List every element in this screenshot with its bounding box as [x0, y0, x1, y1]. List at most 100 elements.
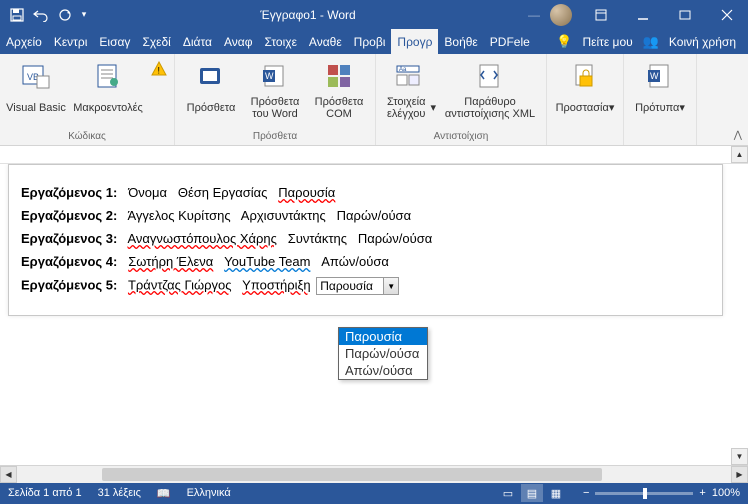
- spellcheck-icon[interactable]: 📖: [157, 487, 171, 500]
- scroll-thumb[interactable]: [102, 468, 602, 481]
- tab-file[interactable]: Αρχείο: [0, 29, 48, 54]
- templates-button[interactable]: W Πρότυπα ▾: [628, 57, 692, 130]
- tab-help[interactable]: Βοήθε: [438, 29, 483, 54]
- status-combobox[interactable]: ▼: [316, 277, 399, 295]
- dropdown-option-1[interactable]: Παρών/ούσα: [339, 345, 427, 362]
- group-protect: Προστασία ▾: [547, 54, 624, 145]
- zoom-percent[interactable]: 100%: [712, 487, 740, 499]
- tab-pdfelement[interactable]: PDFele: [484, 29, 536, 54]
- collapse-ribbon-icon[interactable]: ⋀: [734, 130, 742, 141]
- status-combo-input[interactable]: [316, 277, 384, 295]
- tell-me-icon[interactable]: 💡: [556, 34, 572, 50]
- ribbon: VB Visual Basic Μακροεντολές ! Κώδικας Π…: [0, 54, 748, 146]
- templates-icon: W: [644, 60, 676, 92]
- user-avatar[interactable]: [550, 4, 572, 26]
- macros-button[interactable]: Μακροεντολές: [68, 57, 148, 130]
- controls-button[interactable]: Aa Στοιχεία ελέγχου ▾: [380, 57, 438, 130]
- tab-developer[interactable]: Προγρ: [391, 29, 438, 54]
- addins-icon: [195, 60, 227, 92]
- group-label-mapping: Αντιστοίχιση: [380, 130, 542, 145]
- minimize-icon[interactable]: [622, 0, 664, 29]
- share-button[interactable]: Κοινή χρήση: [669, 35, 736, 49]
- group-addins: Πρόσθετα W Πρόσθετα του Word Πρόσθετα CO…: [175, 54, 376, 145]
- tab-layout[interactable]: Διάτα: [177, 29, 218, 54]
- chevron-down-icon: ▾: [430, 102, 436, 114]
- zoom-in-icon[interactable]: +: [699, 487, 705, 499]
- language-indicator[interactable]: Ελληνικά: [187, 487, 231, 499]
- web-layout-icon[interactable]: ▦: [545, 484, 567, 502]
- word-count[interactable]: 31 λέξεις: [98, 487, 141, 499]
- addins-button[interactable]: Πρόσθετα: [179, 57, 243, 130]
- visual-basic-button[interactable]: VB Visual Basic: [4, 57, 68, 130]
- undo-icon[interactable]: [30, 4, 52, 26]
- scroll-up-icon[interactable]: ▲: [731, 146, 748, 163]
- svg-text:!: !: [158, 66, 161, 76]
- tab-design[interactable]: Σχεδί: [136, 29, 176, 54]
- scroll-track[interactable]: [17, 466, 731, 483]
- dropdown-option-2[interactable]: Απών/ούσα: [339, 362, 427, 379]
- chevron-down-icon: ▾: [609, 102, 615, 114]
- group-label-addins: Πρόσθετα: [179, 130, 371, 145]
- window-controls: [580, 0, 748, 29]
- tell-me[interactable]: Πείτε μου: [582, 35, 632, 49]
- protect-button[interactable]: Προστασία ▾: [551, 57, 619, 130]
- view-buttons: ▭ ▤ ▦: [497, 484, 567, 502]
- status-dropdown: Παρουσία Παρών/ούσα Απών/ούσα: [338, 327, 428, 380]
- chevron-down-icon: ▾: [679, 102, 685, 114]
- tab-review[interactable]: Αναθε: [303, 29, 348, 54]
- group-mapping: Aa Στοιχεία ελέγχου ▾ Παράθυρο αντιστοίχ…: [376, 54, 547, 145]
- word-addins-button[interactable]: W Πρόσθετα του Word: [243, 57, 307, 130]
- zoom-out-icon[interactable]: −: [583, 487, 589, 499]
- svg-text:W: W: [650, 71, 659, 81]
- controls-icon: Aa: [393, 60, 425, 92]
- print-layout-icon[interactable]: ▤: [521, 484, 543, 502]
- titlebar: ▾ Έγγραφο1 - Word —: [0, 0, 748, 29]
- page-indicator[interactable]: Σελίδα 1 από 1: [8, 487, 82, 499]
- page[interactable]: Εργαζόμενος 1: Όνομα Θέση Εργασίας Παρου…: [8, 164, 723, 316]
- status-bar: Σελίδα 1 από 1 31 λέξεις 📖 Ελληνικά ▭ ▤ …: [0, 482, 748, 504]
- ribbon-options-icon[interactable]: [580, 0, 622, 29]
- document-area: Εργαζόμενος 1: Όνομα Θέση Εργασίας Παρου…: [0, 164, 748, 465]
- employee-row-1: Εργαζόμενος 1: Όνομα Θέση Εργασίας Παρου…: [21, 185, 710, 200]
- tab-view[interactable]: Προβι: [348, 29, 392, 54]
- scroll-left-icon[interactable]: ◀: [0, 466, 17, 483]
- com-addins-button[interactable]: Πρόσθετα COM: [307, 57, 371, 130]
- maximize-icon[interactable]: [664, 0, 706, 29]
- dropdown-option-0[interactable]: Παρουσία: [339, 328, 427, 345]
- scroll-right-icon[interactable]: ▶: [731, 466, 748, 483]
- horizontal-scrollbar: ◀ ▶: [0, 465, 748, 482]
- username: —: [528, 8, 542, 22]
- tab-right: 💡 Πείτε μου 👥 Κοινή χρήση: [544, 29, 748, 54]
- employee-row-3: Εργαζόμενος 3: Αναγνωστόπουλος Χάρης Συν…: [21, 231, 710, 246]
- save-icon[interactable]: [6, 4, 28, 26]
- ribbon-tabs: Αρχείο Κεντρι Εισαγ Σχεδί Διάτα Αναφ Στο…: [0, 29, 748, 54]
- qat-more-icon[interactable]: ▾: [78, 4, 90, 26]
- share-icon[interactable]: 👥: [643, 34, 659, 50]
- tab-insert[interactable]: Εισαγ: [93, 29, 136, 54]
- close-icon[interactable]: [706, 0, 748, 29]
- ruler: ▲: [0, 146, 748, 164]
- combo-dropdown-icon[interactable]: ▼: [384, 277, 399, 295]
- group-templates: W Πρότυπα ▾: [624, 54, 697, 145]
- scroll-down-icon[interactable]: ▼: [731, 448, 748, 465]
- user-area: —: [520, 4, 580, 26]
- xml-mapping-icon: [474, 60, 506, 92]
- zoom-thumb[interactable]: [643, 488, 647, 499]
- macro-security-button[interactable]: !: [148, 57, 170, 130]
- employee-row-5: Εργαζόμενος 5: Τράντζας Γιώργος Υποστήρι…: [21, 277, 710, 295]
- tab-references[interactable]: Αναφ: [218, 29, 259, 54]
- quick-access-toolbar: ▾: [0, 4, 96, 26]
- svg-text:W: W: [265, 71, 274, 81]
- tab-home[interactable]: Κεντρι: [48, 29, 94, 54]
- redo-icon[interactable]: [54, 4, 76, 26]
- com-addins-icon: [323, 60, 355, 92]
- zoom-slider[interactable]: [595, 492, 693, 495]
- svg-text:Aa: Aa: [399, 67, 407, 73]
- group-label-code: Κώδικας: [4, 130, 170, 145]
- xml-mapping-button[interactable]: Παράθυρο αντιστοίχισης XML: [438, 57, 542, 130]
- employee-row-2: Εργαζόμενος 2: Άγγελος Κυρίτσης Αρχισυντ…: [21, 208, 710, 223]
- read-mode-icon[interactable]: ▭: [497, 484, 519, 502]
- zoom-controls: − + 100%: [583, 487, 740, 499]
- tab-mailings[interactable]: Στοιχε: [259, 29, 303, 54]
- warning-icon: !: [150, 60, 168, 78]
